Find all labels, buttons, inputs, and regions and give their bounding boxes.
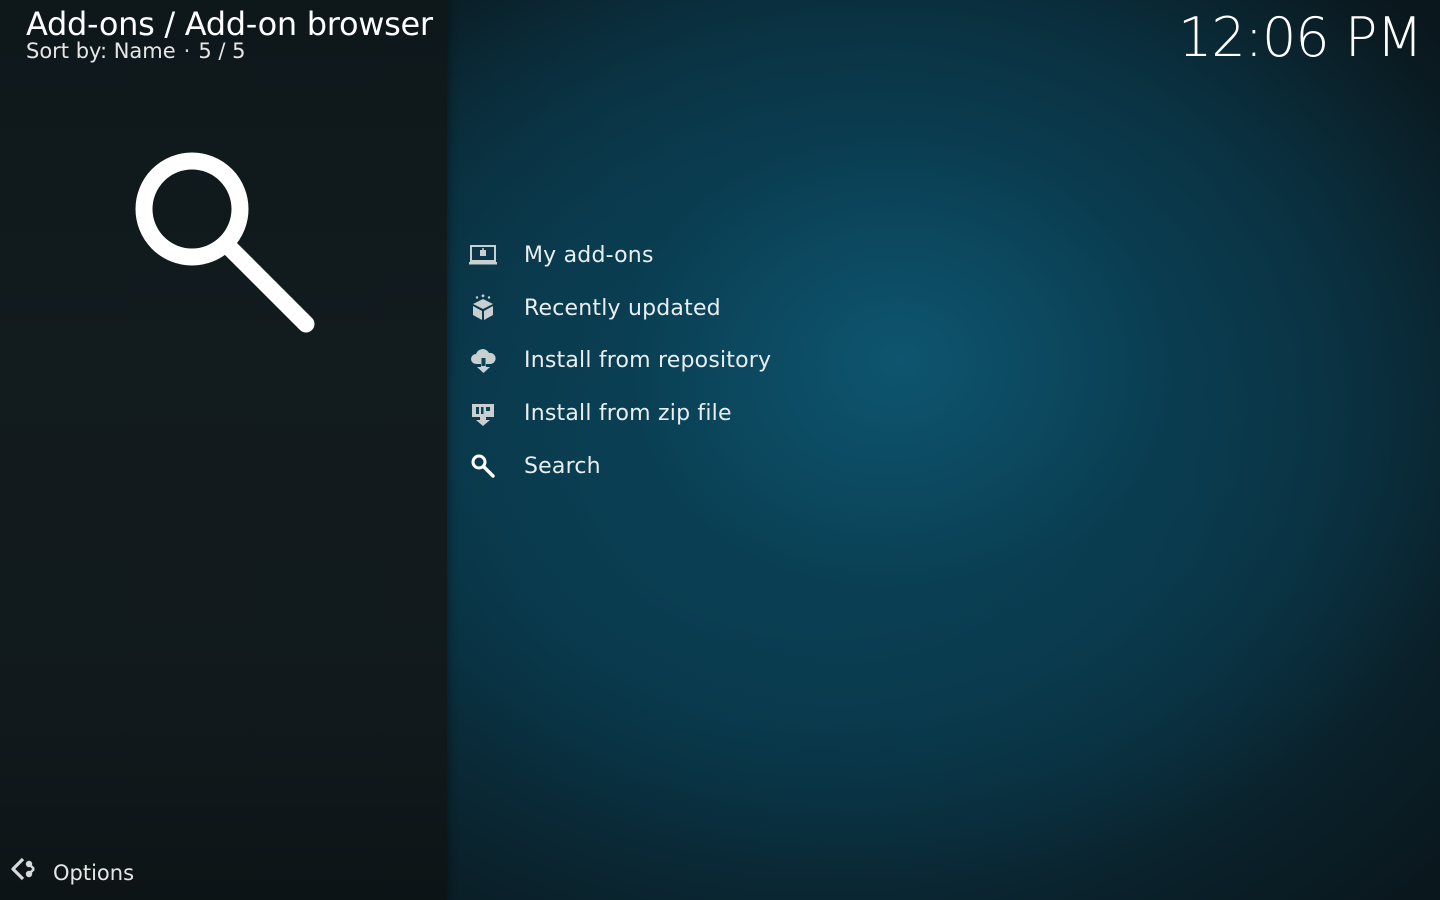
menu-item-install-from-zip[interactable]: Install from zip file bbox=[468, 387, 968, 440]
options-icon bbox=[10, 856, 38, 889]
menu-item-label: Install from repository bbox=[524, 348, 772, 374]
side-panel: Add-ons / Add-on browser Sort by: Name · 5… bbox=[0, 0, 447, 900]
zip-download-icon bbox=[468, 399, 498, 429]
item-count: 5 / 5 bbox=[198, 39, 246, 63]
box-update-icon bbox=[468, 293, 498, 323]
menu-item-label: Recently updated bbox=[524, 295, 721, 321]
sort-label: Sort by: Name bbox=[26, 39, 176, 63]
clock: 12:06 PM bbox=[1178, 6, 1423, 69]
menu-item-my-addons[interactable]: My add-ons bbox=[468, 229, 968, 282]
cloud-download-icon bbox=[468, 346, 498, 376]
addon-browser-screen: Add-ons / Add-on browser Sort by: Name · 5… bbox=[0, 0, 1440, 900]
menu-item-install-from-repository[interactable]: Install from repository bbox=[468, 335, 968, 388]
addon-menu: My add-ons Recently updated Install from… bbox=[468, 229, 968, 493]
menu-item-search[interactable]: Search bbox=[468, 440, 968, 493]
page-title: Add-ons / Add-on browser bbox=[26, 5, 433, 43]
options-label: Options bbox=[53, 860, 135, 885]
header: Add-ons / Add-on browser Sort by: Name · 5… bbox=[26, 4, 433, 62]
menu-item-recently-updated[interactable]: Recently updated bbox=[468, 282, 968, 335]
search-icon bbox=[130, 146, 320, 336]
search-icon bbox=[468, 451, 498, 481]
options-button[interactable]: Options bbox=[10, 856, 134, 889]
separator-dot: · bbox=[183, 39, 191, 63]
menu-item-label: Search bbox=[524, 453, 601, 479]
menu-item-label: My add-ons bbox=[524, 242, 654, 268]
menu-item-label: Install from zip file bbox=[524, 401, 732, 427]
addons-monitor-icon bbox=[468, 240, 498, 270]
